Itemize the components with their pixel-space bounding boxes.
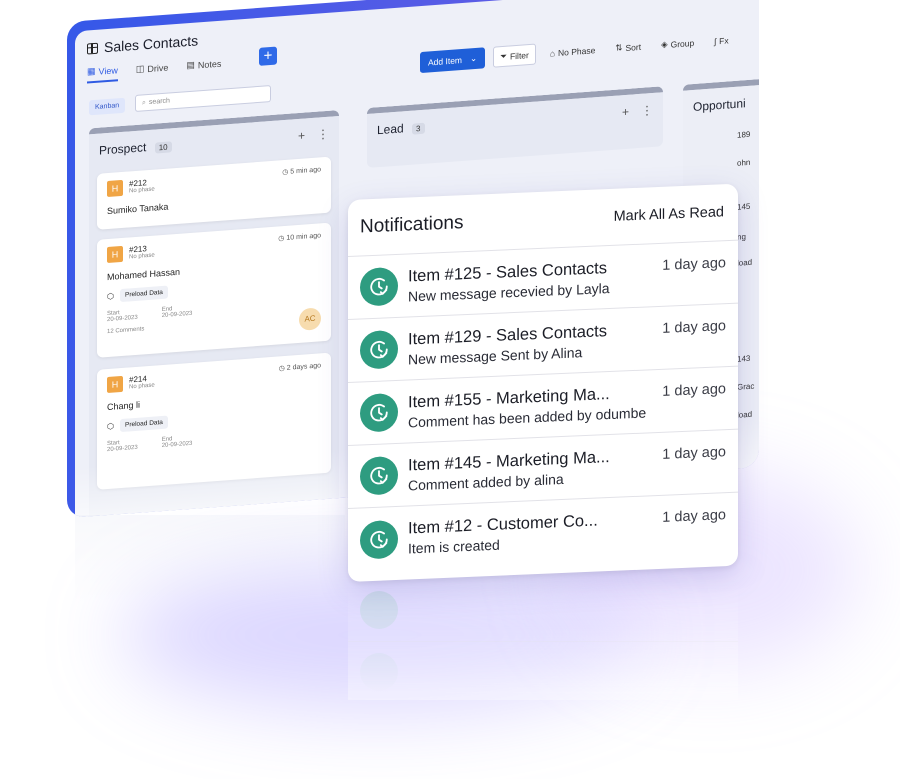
tag-icon: ⬡ — [107, 291, 114, 302]
card-snippet: Grac — [737, 381, 755, 392]
add-item-button[interactable]: Add Item ⌄ — [420, 47, 486, 74]
clock-check-icon — [360, 455, 398, 496]
notes-icon: ▤ — [186, 59, 195, 71]
toolbar: Add Item ⌄ ⏷ Filter ⌂ No Phase ⇅ Sort ◈ — [420, 29, 735, 74]
more-icon[interactable]: ⋮ — [317, 127, 329, 142]
add-card-icon[interactable]: + — [298, 129, 305, 144]
filter-label: Filter — [509, 49, 529, 61]
start-date: 20-09-2023 — [107, 444, 138, 454]
start-date: 20-09-2023 — [107, 314, 138, 324]
tab-drive[interactable]: ◫ Drive — [136, 61, 169, 80]
add-tab-button[interactable]: + — [259, 46, 277, 66]
priority-badge: H — [107, 375, 123, 394]
search-input[interactable]: ⌕ search — [135, 85, 271, 113]
notification-text: Item #155 - Marketing Ma... Comment has b… — [408, 383, 646, 430]
clock-check-icon — [360, 519, 398, 559]
notification-time: 1 day ago — [662, 381, 726, 400]
column-lead: Lead 3 + ⋮ — [367, 86, 663, 168]
tag[interactable]: Preload Data — [119, 285, 168, 303]
search-placeholder: search — [148, 97, 170, 106]
notifications-list: Item #125 - Sales Contacts New message re… — [348, 240, 738, 572]
drive-icon: ◫ — [135, 63, 145, 74]
card-phase: No phase — [129, 186, 155, 195]
view-chip-kanban[interactable]: Kanban — [89, 97, 126, 116]
no-phase-button[interactable]: ⌂ No Phase — [544, 40, 601, 62]
card-phase: No phase — [129, 252, 155, 261]
tab-bar: ▦ View ◫ Drive ▤ Notes — [87, 57, 221, 84]
notification-time: 1 day ago — [662, 255, 726, 274]
group-button[interactable]: ◈ Group — [655, 32, 700, 54]
tab-label: View — [98, 64, 118, 77]
clock-check-icon — [360, 392, 398, 433]
column-header: Opportuni — [683, 82, 759, 125]
column-count: 10 — [154, 141, 172, 154]
kanban-card[interactable]: H #212 No phase ◷ 5 min ago Sumiko Tanak… — [97, 156, 331, 230]
column-count: 3 — [412, 122, 425, 135]
tab-label: Drive — [147, 62, 169, 74]
card-time: ◷ 10 min ago — [278, 232, 321, 243]
notification-text: Item #145 - Marketing Ma... Comment added… — [408, 446, 646, 493]
sort-icon: ⇅ — [615, 42, 623, 53]
app-title: Sales Contacts — [104, 32, 199, 56]
column-title: Lead — [377, 121, 404, 138]
card-snippet: ohn — [737, 157, 751, 168]
fx-button[interactable]: ʃ Fx — [708, 30, 734, 50]
layers-icon: ◈ — [661, 38, 668, 50]
group-label: Group — [670, 37, 695, 50]
notifications-panel: Notifications Mark All As Read Item #125… — [348, 183, 738, 582]
fx-label: Fx — [719, 34, 729, 46]
tab-label: Notes — [197, 58, 222, 70]
filter-icon: ⏷ — [500, 50, 507, 62]
end-date: 20-09-2023 — [161, 440, 193, 450]
notification-time: 1 day ago — [662, 444, 726, 463]
clock-check-icon — [360, 266, 398, 307]
column-title: Opportuni — [693, 96, 746, 115]
chevron-down-icon: ⌄ — [470, 52, 478, 64]
tag-icon: ⬡ — [107, 421, 114, 432]
card-snippet: load — [737, 257, 753, 268]
titlebar: Sales Contacts — [87, 32, 198, 56]
notification-text: Item #125 - Sales Contacts New message re… — [408, 257, 646, 304]
avatar[interactable]: AC — [299, 307, 321, 331]
more-icon[interactable]: ⋮ — [641, 103, 653, 118]
view-icon: ▦ — [87, 65, 96, 77]
card-snippet: ng — [737, 232, 746, 242]
filter-button[interactable]: ⏷ Filter — [493, 43, 536, 68]
add-item-label: Add Item — [428, 54, 463, 67]
card-time: ◷ 5 min ago — [282, 166, 321, 177]
card-snippet: 189 — [737, 129, 751, 140]
notification-time: 1 day ago — [662, 318, 726, 337]
phase-icon: ⌂ — [549, 47, 555, 59]
kanban-card[interactable]: H #213 No phase ◷ 10 min ago Mohamed Has… — [97, 222, 331, 358]
priority-badge: H — [107, 179, 123, 198]
sort-label: Sort — [625, 41, 642, 53]
card-snippet: 145 — [737, 201, 751, 212]
priority-badge: H — [107, 245, 123, 264]
mark-all-read-button[interactable]: Mark All As Read — [614, 204, 724, 225]
tag[interactable]: Preload Data — [119, 415, 168, 433]
tab-view[interactable]: ▦ View — [87, 64, 118, 84]
column-title: Prospect — [99, 140, 147, 158]
notifications-reflection — [348, 580, 738, 700]
notification-time: 1 day ago — [662, 507, 726, 526]
card-time: ◷ 2 days ago — [278, 362, 321, 373]
clock-check-icon — [360, 329, 398, 370]
notifications-title: Notifications — [360, 212, 464, 238]
card-snippet: 143 — [737, 353, 751, 364]
tab-notes[interactable]: ▤ Notes — [186, 57, 221, 77]
card-phase: No phase — [129, 382, 155, 391]
table-icon — [87, 42, 98, 55]
window-reflection — [75, 515, 345, 605]
column-header: Lead 3 + ⋮ — [367, 92, 663, 148]
function-icon: ʃ — [714, 35, 717, 46]
notification-text: Item #12 - Customer Co... Item is created — [408, 509, 646, 557]
no-phase-label: No Phase — [558, 44, 596, 58]
end-date: 20-09-2023 — [161, 310, 193, 320]
sort-button[interactable]: ⇅ Sort — [609, 36, 647, 58]
add-card-icon[interactable]: + — [622, 105, 629, 120]
notification-text: Item #129 - Sales Contacts New message Se… — [408, 320, 646, 367]
search-icon: ⌕ — [142, 98, 146, 106]
